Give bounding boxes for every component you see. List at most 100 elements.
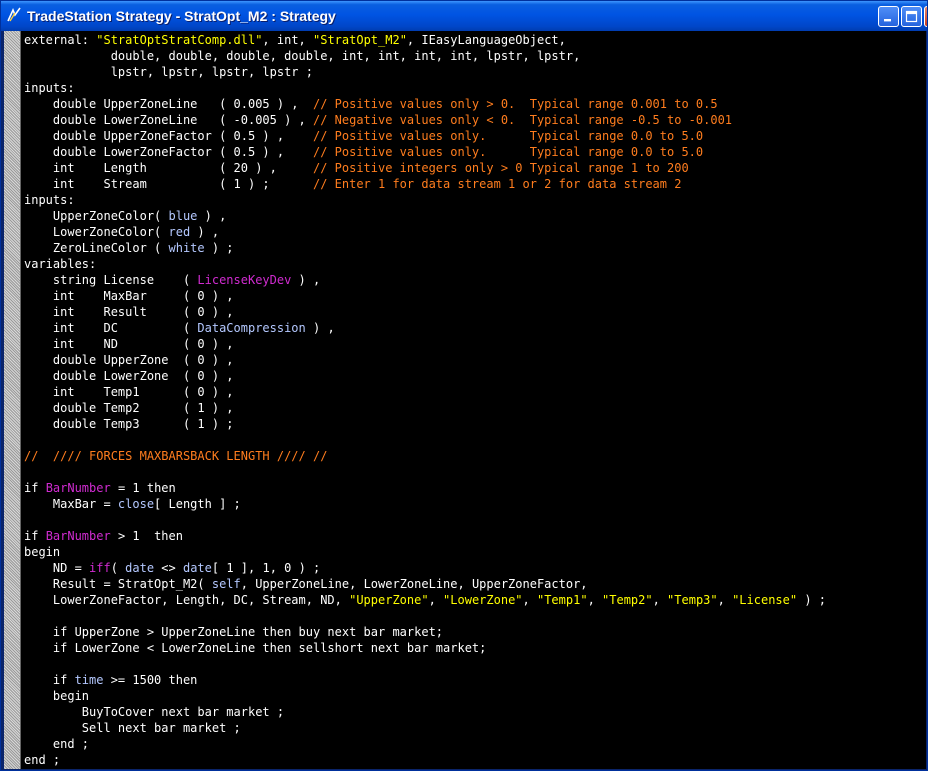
code-token: ) , xyxy=(197,209,227,223)
code-line[interactable]: BuyToCover next bar market ; xyxy=(24,704,924,720)
code-token: date xyxy=(182,561,212,575)
code-token: // Positive values only. Typical range 0… xyxy=(312,145,704,159)
code-line[interactable]: LowerZoneColor( red ) , xyxy=(24,224,924,240)
code-line[interactable]: int MaxBar ( 0 ) , xyxy=(24,288,924,304)
code-token: ) , xyxy=(190,225,220,239)
code-token: "License" xyxy=(732,593,798,607)
code-token: begin xyxy=(24,545,61,559)
code-token: red xyxy=(168,225,191,239)
code-token: ) , xyxy=(305,321,335,335)
code-line[interactable] xyxy=(24,512,924,528)
strategy-window: TradeStation Strategy - StratOpt_M2 : St… xyxy=(0,0,928,771)
code-line[interactable]: double UpperZoneFactor ( 0.5 ) , // Posi… xyxy=(24,128,924,144)
code-line[interactable]: inputs: xyxy=(24,80,924,96)
code-line[interactable]: begin xyxy=(24,688,924,704)
code-line[interactable]: inputs: xyxy=(24,192,924,208)
code-line[interactable]: if time >= 1500 then xyxy=(24,672,924,688)
code-token: if UpperZone > UpperZoneLine then buy ne… xyxy=(24,625,444,639)
code-token: LowerZoneFactor, Length, DC, Stream, ND, xyxy=(24,593,350,607)
code-line[interactable]: begin xyxy=(24,544,924,560)
code-line[interactable]: double UpperZoneLine ( 0.005 ) , // Posi… xyxy=(24,96,924,112)
code-line[interactable]: // //// FORCES MAXBARSBACK LENGTH //// /… xyxy=(24,448,924,464)
code-line[interactable]: if BarNumber = 1 then xyxy=(24,480,924,496)
code-line[interactable]: MaxBar = close[ Length ] ; xyxy=(24,496,924,512)
code-token: [ Length ] ; xyxy=(154,497,241,511)
code-line[interactable]: int ND ( 0 ) , xyxy=(24,336,924,352)
code-token: ) , xyxy=(291,273,321,287)
code-line[interactable]: ZeroLineColor ( white ) ; xyxy=(24,240,924,256)
code-token: , xyxy=(652,593,668,607)
code-token: variables: xyxy=(24,257,97,271)
code-token: if xyxy=(24,673,75,687)
code-line[interactable]: int Stream ( 1 ) ; // Enter 1 for data s… xyxy=(24,176,924,192)
code-line[interactable] xyxy=(24,432,924,448)
code-line[interactable]: variables: xyxy=(24,256,924,272)
code-token: end ; xyxy=(24,737,90,751)
code-token: inputs: xyxy=(24,81,75,95)
code-line[interactable]: double UpperZone ( 0 ) , xyxy=(24,352,924,368)
code-line[interactable]: LowerZoneFactor, Length, DC, Stream, ND,… xyxy=(24,592,924,608)
code-token: int Temp1 ( 0 ) , xyxy=(24,385,234,399)
code-token: ) ; xyxy=(797,593,827,607)
close-button[interactable] xyxy=(924,6,927,27)
code-line[interactable]: Result = StratOpt_M2( self, UpperZoneLin… xyxy=(24,576,924,592)
code-token: double LowerZone ( 0 ) , xyxy=(24,369,234,383)
code-line[interactable]: external: "StratOptStratComp.dll", int, … xyxy=(24,32,924,48)
code-line[interactable]: int DC ( DataCompression ) , xyxy=(24,320,924,336)
code-line[interactable] xyxy=(24,608,924,624)
code-line[interactable]: double Temp3 ( 1 ) ; xyxy=(24,416,924,432)
minimize-button[interactable] xyxy=(878,6,899,27)
code-token: "StratOpt_M2" xyxy=(313,33,407,47)
code-line[interactable]: Sell next bar market ; xyxy=(24,720,924,736)
code-line[interactable]: int Temp1 ( 0 ) , xyxy=(24,384,924,400)
code-token: int ND ( 0 ) , xyxy=(24,337,234,351)
code-line[interactable]: end ; xyxy=(24,736,924,752)
code-line[interactable]: double, double, double, double, int, int… xyxy=(24,48,924,64)
code-token: ZeroLineColor ( xyxy=(24,241,169,255)
code-line[interactable]: double Temp2 ( 1 ) , xyxy=(24,400,924,416)
maximize-button[interactable] xyxy=(901,6,922,27)
editor-area[interactable]: external: "StratOptStratComp.dll", int, … xyxy=(4,31,926,769)
code-token: Sell next bar market ; xyxy=(24,721,241,735)
code-line[interactable]: double LowerZoneLine ( -0.005 ) , // Neg… xyxy=(24,112,924,128)
code-line[interactable]: end ; xyxy=(24,752,924,768)
code-line[interactable]: if UpperZone > UpperZoneLine then buy ne… xyxy=(24,624,924,640)
code-line[interactable]: ND = iff( date <> date[ 1 ], 1, 0 ) ; xyxy=(24,560,924,576)
code-token: "Temp1" xyxy=(536,593,588,607)
code-token: if xyxy=(24,529,46,543)
code-token: // //// FORCES MAXBARSBACK LENGTH //// /… xyxy=(24,449,328,463)
code-line[interactable]: if LowerZone < LowerZoneLine then sellsh… xyxy=(24,640,924,656)
code-token: ( xyxy=(110,561,126,575)
code-token: string License ( xyxy=(24,273,198,287)
code-line[interactable] xyxy=(24,464,924,480)
code-token: ) ; xyxy=(204,241,234,255)
code-line[interactable]: int Length ( 20 ) , // Positive integers… xyxy=(24,160,924,176)
code-line[interactable]: UpperZoneColor( blue ) , xyxy=(24,208,924,224)
minimize-icon xyxy=(884,19,891,22)
code-token: BarNumber xyxy=(45,529,111,543)
code-line[interactable] xyxy=(24,656,924,672)
code-token: Result = StratOpt_M2( xyxy=(24,577,212,591)
maximize-icon xyxy=(905,10,918,23)
code-token: ND = xyxy=(24,561,90,575)
code-token: , xyxy=(428,593,444,607)
code-token: end ; xyxy=(24,753,61,767)
code-token: > 1 then xyxy=(110,529,183,543)
code-token: self xyxy=(211,577,241,591)
code-token: , xyxy=(522,593,537,607)
code-token: int Result ( 0 ) , xyxy=(24,305,234,319)
code-token: , IEasyLanguageObject, xyxy=(406,33,566,47)
code-line[interactable]: if BarNumber > 1 then xyxy=(24,528,924,544)
title-bar[interactable]: TradeStation Strategy - StratOpt_M2 : St… xyxy=(1,1,927,31)
code-line[interactable]: double LowerZone ( 0 ) , xyxy=(24,368,924,384)
code-line[interactable]: lpstr, lpstr, lpstr, lpstr ; xyxy=(24,64,924,80)
code-line[interactable]: int Result ( 0 ) , xyxy=(24,304,924,320)
code-token: double UpperZoneLine ( 0.005 ) , xyxy=(24,97,313,111)
code-token: // Positive integers only > 0 Typical ra… xyxy=(312,161,689,175)
code-token: lpstr, lpstr, lpstr, lpstr ; xyxy=(24,65,313,79)
code-token: double, double, double, double, int, int… xyxy=(24,49,581,63)
code-line[interactable]: double LowerZoneFactor ( 0.5 ) , // Posi… xyxy=(24,144,924,160)
code-token: if xyxy=(24,481,46,495)
code-line[interactable]: string License ( LicenseKeyDev ) , xyxy=(24,272,924,288)
code-editor[interactable]: external: "StratOptStratComp.dll", int, … xyxy=(24,32,924,768)
